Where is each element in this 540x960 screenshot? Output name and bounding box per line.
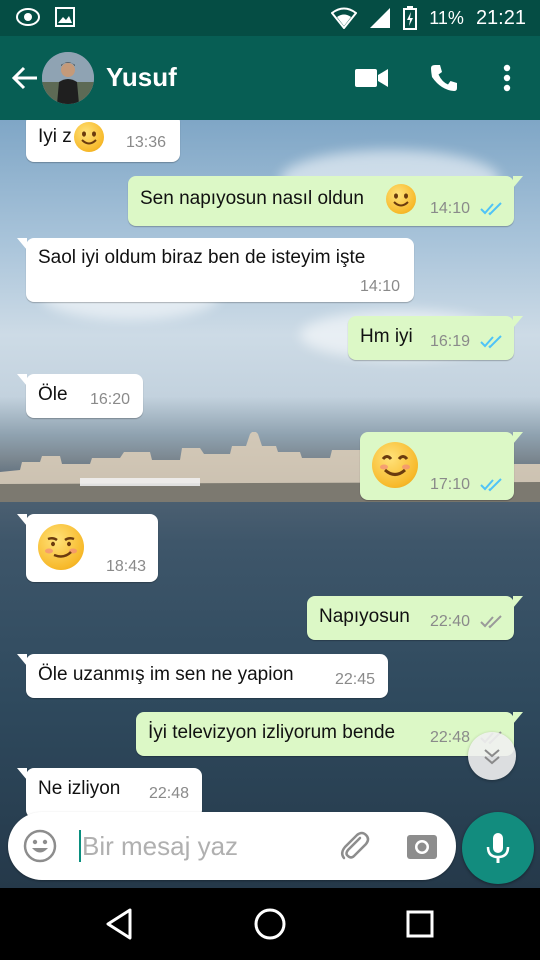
message-bubble-incoming[interactable]: Ne izliyon 22:48 (17, 768, 202, 818)
nav-home-button[interactable] (250, 904, 290, 944)
chat-messages-area[interactable]: Iyi z 13:36 Sen napıyosun nasıl oldun 14… (0, 120, 540, 888)
message-input[interactable] (82, 826, 332, 866)
message-bubble-incoming[interactable]: 18:43 (17, 514, 158, 582)
message-bubble-incoming[interactable]: Saol iyi oldum biraz ben de isteyim işte… (17, 238, 414, 302)
message-text: Iyi z (38, 126, 72, 147)
emoji-icon (23, 829, 57, 863)
bubble-tail (17, 238, 27, 250)
message-bubble-outgoing[interactable]: İyi televizyon izliyorum bende 22:48 (136, 712, 523, 756)
message-time: 22:48 (430, 729, 471, 746)
message-bubble-incoming[interactable]: Iyi z 13:36 (26, 120, 180, 162)
smiling-face-emoji (74, 122, 104, 152)
message-text: Öle (38, 384, 68, 405)
smirking-face-emoji (38, 524, 84, 570)
message-text: Sen napıyosun nasıl oldun (140, 188, 364, 209)
message-time: 16:19 (430, 333, 471, 350)
contact-name[interactable]: Yusuf (106, 62, 177, 93)
nav-recents-icon (406, 910, 434, 938)
message-bubble-incoming[interactable]: Öle 16:20 (17, 374, 143, 418)
message-time: 22:45 (335, 671, 376, 688)
avatar[interactable] (42, 52, 94, 104)
bubble-tail (17, 374, 27, 386)
message-text: Öle uzanmış im sen ne yapion (38, 664, 294, 685)
system-navigation-bar (0, 888, 540, 960)
more-options-button[interactable] (487, 58, 527, 98)
eye-notification-icon (16, 6, 40, 28)
nav-home-icon (254, 908, 286, 940)
read-receipt-icon (480, 335, 502, 349)
bubble-tail (513, 712, 523, 724)
chevron-down-icon (484, 749, 500, 765)
back-arrow-icon (11, 66, 37, 90)
bubble-tail (513, 596, 523, 608)
scroll-to-bottom-button[interactable] (468, 732, 516, 780)
message-bubble-outgoing[interactable]: Sen napıyosun nasıl oldun 14:10 (128, 176, 523, 226)
phone-icon (431, 65, 457, 91)
delivered-receipt-icon (480, 615, 502, 629)
battery-charging-icon (403, 6, 418, 30)
bubble-tail (513, 176, 523, 188)
message-bubble-incoming[interactable]: Öle uzanmış im sen ne yapion 22:45 (17, 654, 388, 698)
emoji-button[interactable] (22, 828, 58, 864)
bubble-tail (17, 654, 27, 666)
voice-message-button[interactable] (462, 812, 534, 884)
message-bubble-outgoing[interactable]: 17:10 (360, 432, 523, 500)
voice-call-button[interactable] (424, 58, 464, 98)
back-button[interactable] (8, 60, 42, 96)
message-time: 22:48 (149, 785, 190, 802)
video-call-button[interactable] (352, 58, 392, 98)
message-time: 16:20 (90, 391, 131, 408)
smiling-face-emoji (372, 442, 418, 488)
bubble-tail (513, 432, 523, 444)
message-time: 22:40 (430, 613, 471, 630)
wifi-icon (331, 7, 358, 29)
nav-recents-button[interactable] (400, 904, 440, 944)
read-receipt-icon (480, 478, 502, 492)
bubble-tail (513, 316, 523, 328)
message-time: 18:43 (106, 558, 147, 575)
bubble-tail (17, 768, 27, 780)
image-notification-icon (54, 6, 76, 28)
more-vert-icon (503, 64, 511, 92)
clock: 21:21 (475, 6, 526, 29)
video-call-icon (355, 69, 388, 87)
nav-back-button[interactable] (100, 904, 140, 944)
camera-button[interactable] (404, 828, 440, 864)
message-text: Saol iyi oldum biraz ben de isteyim işte (38, 247, 366, 268)
message-text: Ne izliyon (38, 778, 121, 799)
battery-percent: 11% (429, 7, 464, 28)
text-cursor (79, 830, 81, 862)
message-time: 17:10 (430, 476, 471, 493)
mic-icon (486, 833, 510, 863)
message-text: İyi televizyon izliyorum bende (148, 722, 396, 743)
attach-icon (341, 831, 370, 860)
read-receipt-icon (480, 202, 502, 216)
message-bubble-outgoing[interactable]: Hm iyi 16:19 (348, 316, 523, 360)
message-composer (8, 812, 456, 880)
camera-icon (407, 835, 437, 859)
status-bar: 11% 21:21 (0, 0, 540, 36)
chat-header: Yusuf (0, 36, 540, 120)
message-text: Napıyosun (319, 606, 410, 627)
message-bubble-outgoing[interactable]: Napıyosun 22:40 (307, 596, 523, 640)
nav-back-icon (106, 908, 132, 940)
signal-icon (369, 7, 391, 29)
message-time: 14:10 (360, 278, 401, 295)
attach-button[interactable] (336, 828, 372, 864)
bubble-tail (17, 514, 27, 526)
message-time: 14:10 (430, 200, 471, 217)
message-text: Hm iyi (360, 326, 413, 347)
smiling-face-emoji (386, 184, 416, 214)
message-time: 13:36 (126, 134, 167, 151)
